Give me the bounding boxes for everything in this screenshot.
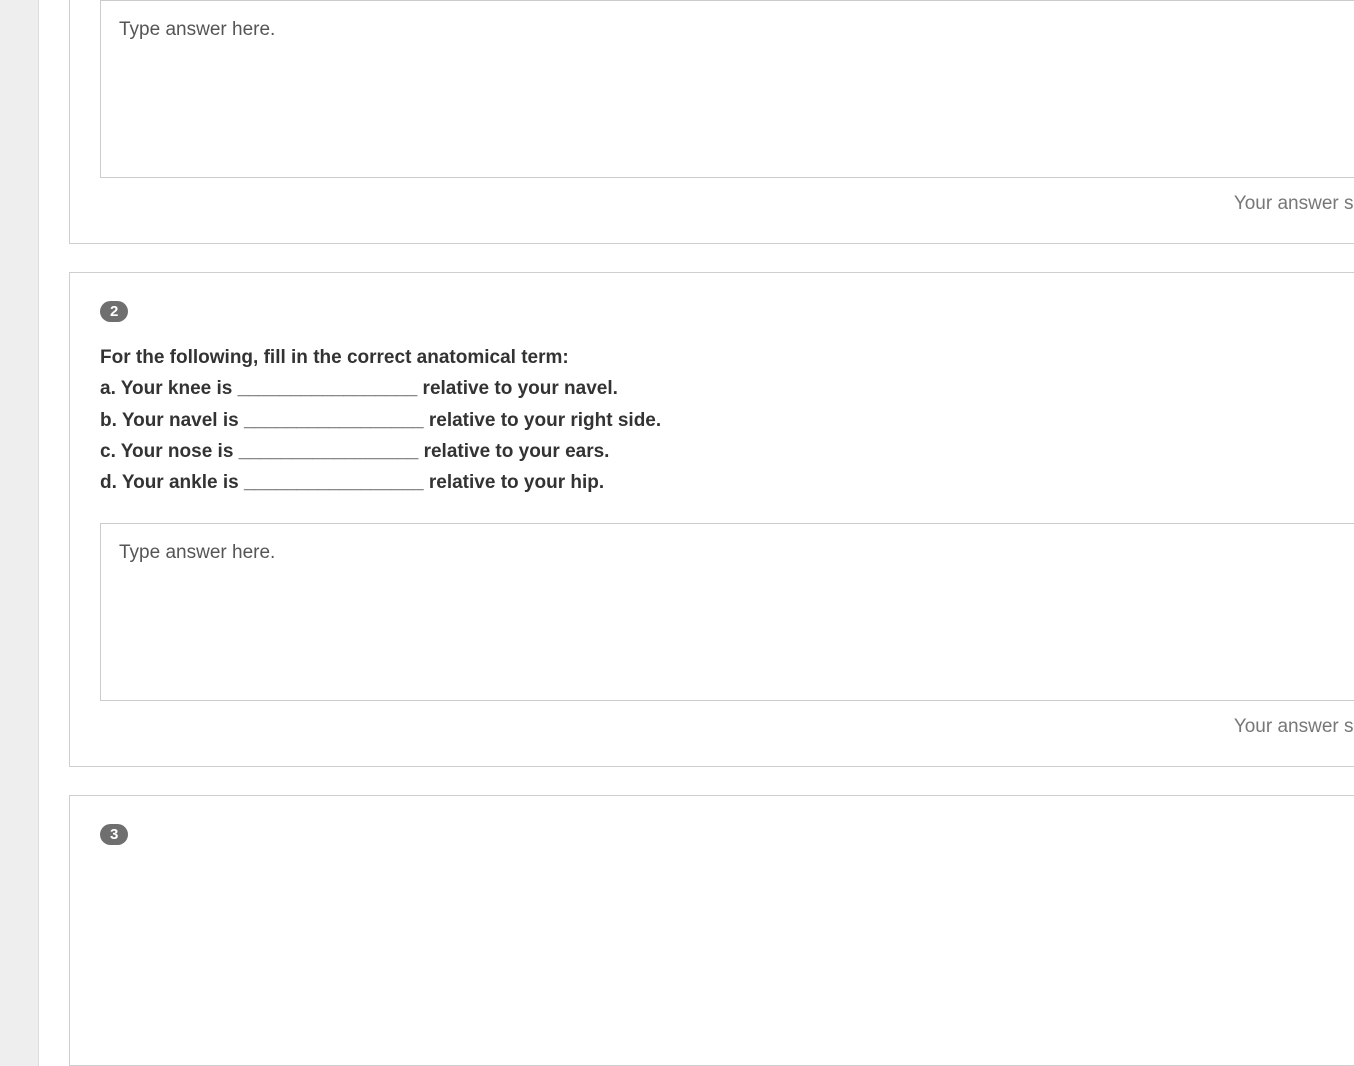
question-prompt: For the following, fill in the correct a… <box>100 342 1354 499</box>
answer-hint: Your answer should <box>100 193 1354 215</box>
answer-hint: Your answer should <box>100 716 1354 738</box>
question-card: 3 <box>69 795 1354 1066</box>
question-card: 2 For the following, fill in the correct… <box>69 272 1354 767</box>
answer-input[interactable] <box>100 0 1354 178</box>
main-panel: Your answer should 2 For the following, … <box>38 0 1354 1066</box>
answer-input[interactable] <box>100 523 1354 701</box>
page-background: Your answer should 2 For the following, … <box>0 0 1354 1012</box>
question-number-badge: 2 <box>100 301 128 322</box>
question-number-badge: 3 <box>100 824 128 845</box>
question-card: Your answer should <box>69 0 1354 244</box>
